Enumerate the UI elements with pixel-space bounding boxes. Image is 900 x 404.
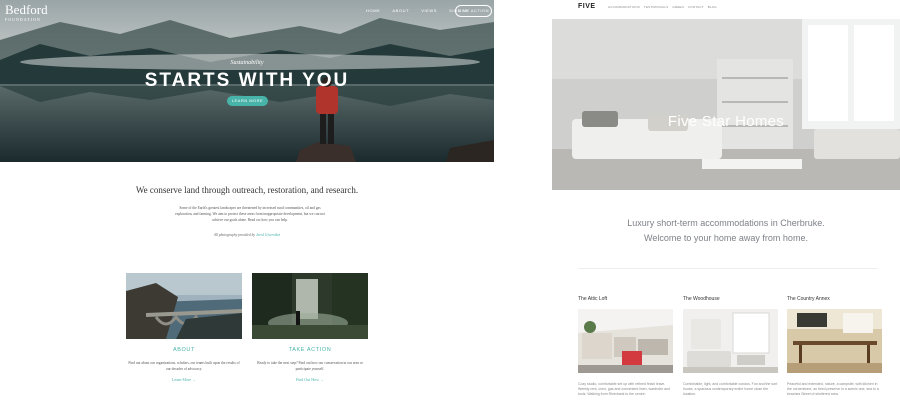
section-divider	[578, 268, 878, 269]
five-nav: ACCOMMODATIONS TESTIMONIALS GREEN CONTAC…	[608, 5, 717, 9]
five-logo[interactable]: FIVE	[578, 3, 596, 10]
listing-description: Comfortable, light, and comfortable cond…	[683, 382, 778, 396]
nav-item-home[interactable]: HOME	[366, 8, 380, 13]
listing-description: Cozy studio, comfortable set up with ref…	[578, 382, 670, 396]
listing-card[interactable]: The Country Annex Peaceful and extended,…	[787, 296, 882, 397]
screenshot-root: Bedford FOUNDATION HOME ABOUT VIEWS SIGN…	[0, 0, 900, 404]
coast-bridge-image	[126, 273, 242, 339]
tagline: Luxury short-term accommodations in Cher…	[552, 216, 900, 246]
nav-item-contact[interactable]: CONTACT	[688, 5, 704, 9]
photo-credit: All photography provided by Jared Givern…	[0, 233, 494, 237]
about-card-link[interactable]: Learn More →	[126, 377, 242, 382]
main-nav: HOME ABOUT VIEWS SIGN IN	[366, 8, 468, 13]
nav-item-views[interactable]: VIEWS	[421, 8, 437, 13]
listing-title[interactable]: The Woodhouse	[683, 296, 778, 302]
tagline-line-1: Luxury short-term accommodations in Cher…	[627, 218, 825, 228]
give-action-button[interactable]: GIVE ACTION	[455, 5, 492, 17]
listing-card[interactable]: The Attic Loft Cozy studio, comfortable …	[578, 296, 673, 397]
attic-loft-image[interactable]	[578, 309, 673, 373]
take-action-card: TAKE ACTION Ready to take the next step?…	[252, 273, 368, 382]
photo-credit-text: All photography provided by	[213, 233, 256, 237]
hero-section-right: Five Star Homes	[552, 19, 900, 190]
about-card: ABOUT Find out about our organizations, …	[126, 273, 242, 382]
take-action-card-title: TAKE ACTION	[288, 347, 332, 353]
learn-more-button[interactable]: LEARN MORE	[227, 96, 268, 106]
logo-subtitle: FOUNDATION	[5, 17, 41, 22]
living-room-image	[552, 19, 900, 190]
hero-kicker: Sustainability	[230, 60, 264, 66]
nav-item-blog[interactable]: BLOG	[708, 5, 717, 9]
about-card-text: Find out about our organizations, schola…	[128, 361, 240, 371]
logo-name: Bedford	[5, 2, 48, 17]
nav-item-accommodations[interactable]: ACCOMMODATIONS	[608, 5, 640, 9]
hero-title-right: Five Star Homes	[667, 113, 785, 130]
bedford-site: Bedford FOUNDATION HOME ABOUT VIEWS SIGN…	[0, 0, 494, 404]
country-annex-image[interactable]	[787, 309, 882, 373]
take-action-card-link[interactable]: Find Out How →	[252, 377, 368, 382]
listing-title[interactable]: The Attic Loft	[578, 296, 673, 302]
listing-title[interactable]: The Country Annex	[787, 296, 882, 302]
nav-item-green[interactable]: GREEN	[672, 5, 684, 9]
woodhouse-image[interactable]	[683, 309, 778, 373]
hero-title: STARTS WITH YOU	[144, 70, 350, 91]
intro-text: Some of the Earth's greatest landscapes …	[175, 206, 325, 222]
listing-card[interactable]: The Woodhouse Comfortable, light, and co…	[683, 296, 778, 397]
nav-item-testimonials[interactable]: TESTIMONIALS	[644, 5, 668, 9]
listing-description: Peaceful and extended, nature, a campsit…	[787, 382, 879, 396]
photo-credit-link[interactable]: Jared Givernikot	[256, 233, 280, 237]
about-card-title: ABOUT	[173, 347, 195, 353]
five-site: FIVE ACCOMMODATIONS TESTIMONIALS GREEN C…	[552, 0, 900, 404]
hero-section: Bedford FOUNDATION HOME ABOUT VIEWS SIGN…	[0, 0, 494, 162]
take-action-card-text: Ready to take the next step? Find out ho…	[257, 361, 363, 371]
mission-statement: We conserve land through outreach, resto…	[135, 185, 359, 195]
tagline-line-2: Welcome to your home away from home.	[644, 233, 808, 243]
nav-item-about[interactable]: ABOUT	[392, 8, 409, 13]
waterfall-forest-image	[252, 273, 368, 339]
bedford-logo[interactable]: Bedford FOUNDATION	[5, 3, 48, 22]
